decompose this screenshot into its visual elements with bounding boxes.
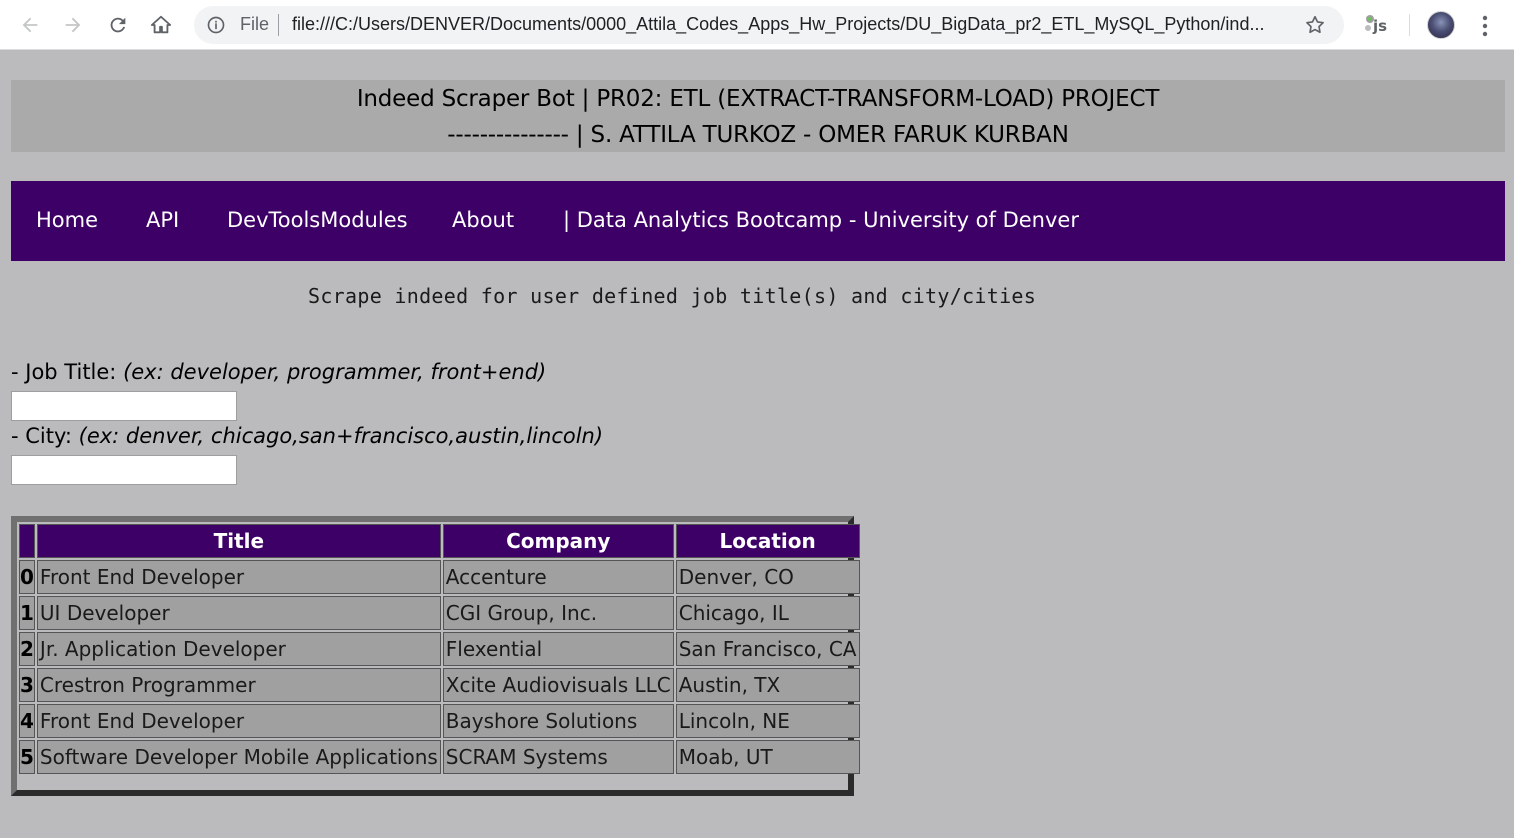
table-row: 3 Crestron Programmer Xcite Audiovisuals… [19, 668, 860, 702]
city-label: - City: (ex: denver, chicago,san+francis… [11, 424, 603, 448]
page-authors: --------------- | S. ATTILA TURKOZ - OME… [447, 122, 1069, 148]
index-column-header [19, 524, 35, 558]
job-title-label: - Job Title: (ex: developer, programmer,… [11, 360, 546, 384]
company-cell: SCRAM Systems [442, 740, 674, 774]
nav-about-link[interactable]: About [452, 208, 514, 232]
company-cell: Accenture [442, 560, 674, 594]
city-input[interactable] [11, 455, 237, 485]
company-cell: Xcite Audiovisuals LLC [442, 668, 674, 702]
row-index: 1 [19, 596, 35, 630]
job-title-cell: Front End Developer [36, 704, 441, 738]
table-row: 4 Front End Developer Bayshore Solutions… [19, 704, 860, 738]
row-index: 0 [19, 560, 35, 594]
info-icon[interactable] [206, 15, 226, 35]
nav-api-link[interactable]: API [146, 208, 179, 232]
page-header: Indeed Scraper Bot | PR02: ETL (EXTRACT-… [11, 80, 1505, 152]
company-column-header: Company [442, 524, 674, 558]
location-cell: Lincoln, NE [675, 704, 860, 738]
job-title-cell: Software Developer Mobile Applications [36, 740, 441, 774]
job-title-cell: UI Developer [36, 596, 441, 630]
omnibox-divider [278, 14, 279, 36]
location-cell: San Francisco, CA [675, 632, 860, 666]
company-cell: Bayshore Solutions [442, 704, 674, 738]
scheme-label: File [240, 14, 270, 34]
arrow-left-icon [22, 17, 38, 33]
location-cell: Denver, CO [675, 560, 860, 594]
title-column-header: Title [36, 524, 441, 558]
arrow-right-icon [65, 17, 81, 33]
table-row: 2 Jr. Application Developer Flexential S… [19, 632, 860, 666]
results-table-frame: Title Company Location 0 Front End Devel… [11, 516, 860, 796]
job-title-hint: (ex: developer, programmer, front+end) [123, 360, 547, 384]
reload-button[interactable] [102, 9, 134, 41]
page-title: Indeed Scraper Bot | PR02: ETL (EXTRACT-… [356, 86, 1160, 112]
city-hint: (ex: denver, chicago,san+francisco,austi… [78, 424, 604, 448]
star-icon[interactable] [1304, 14, 1326, 36]
page-tagline: Scrape indeed for user defined job title… [308, 284, 1037, 308]
table-header-row: Title Company Location [19, 524, 860, 558]
forward-button[interactable] [57, 9, 89, 41]
table-row: 0 Front End Developer Accenture Denver, … [19, 560, 860, 594]
more-menu-icon[interactable] [1476, 13, 1494, 39]
row-index: 2 [19, 632, 35, 666]
reload-icon [110, 17, 126, 33]
back-button[interactable] [14, 9, 46, 41]
profile-avatar[interactable] [1427, 11, 1455, 39]
table-row: 5 Software Developer Mobile Applications… [19, 740, 860, 774]
js-extension-button[interactable]: js [1362, 12, 1390, 40]
nav-home-link[interactable]: Home [36, 208, 98, 232]
row-index: 3 [19, 668, 35, 702]
browser-toolbar: File file:///C:/Users/DENVER/Documents/0… [0, 0, 1514, 50]
address-bar[interactable]: File file:///C:/Users/DENVER/Documents/0… [194, 6, 1344, 44]
job-title-input[interactable] [11, 391, 237, 421]
location-cell: Austin, TX [675, 668, 860, 702]
location-cell: Moab, UT [675, 740, 860, 774]
company-cell: Flexential [442, 632, 674, 666]
nav-bootcamp-link[interactable]: | Data Analytics Bootcamp - University o… [563, 208, 1079, 232]
main-navbar: Home API DevToolsModules About | Data An… [11, 181, 1505, 261]
table-row: 1 UI Developer CGI Group, Inc. Chicago, … [19, 596, 860, 630]
city-label-text: - City: [11, 424, 79, 448]
job-title-label-text: - Job Title: [11, 360, 124, 384]
job-title-cell: Jr. Application Developer [36, 632, 441, 666]
location-cell: Chicago, IL [675, 596, 860, 630]
home-button[interactable] [145, 9, 177, 41]
home-icon [150, 15, 172, 34]
js-extension-label: js [1373, 17, 1388, 35]
job-title-cell: Front End Developer [36, 560, 441, 594]
url-text[interactable]: file:///C:/Users/DENVER/Documents/0000_A… [292, 14, 1292, 35]
results-table: Title Company Location 0 Front End Devel… [17, 522, 862, 776]
job-title-cell: Crestron Programmer [36, 668, 441, 702]
toolbar-divider [1409, 14, 1410, 36]
row-index: 4 [19, 704, 35, 738]
company-cell: CGI Group, Inc. [442, 596, 674, 630]
location-column-header: Location [675, 524, 860, 558]
nav-devtools-link[interactable]: DevToolsModules [227, 208, 408, 232]
row-index: 5 [19, 740, 35, 774]
